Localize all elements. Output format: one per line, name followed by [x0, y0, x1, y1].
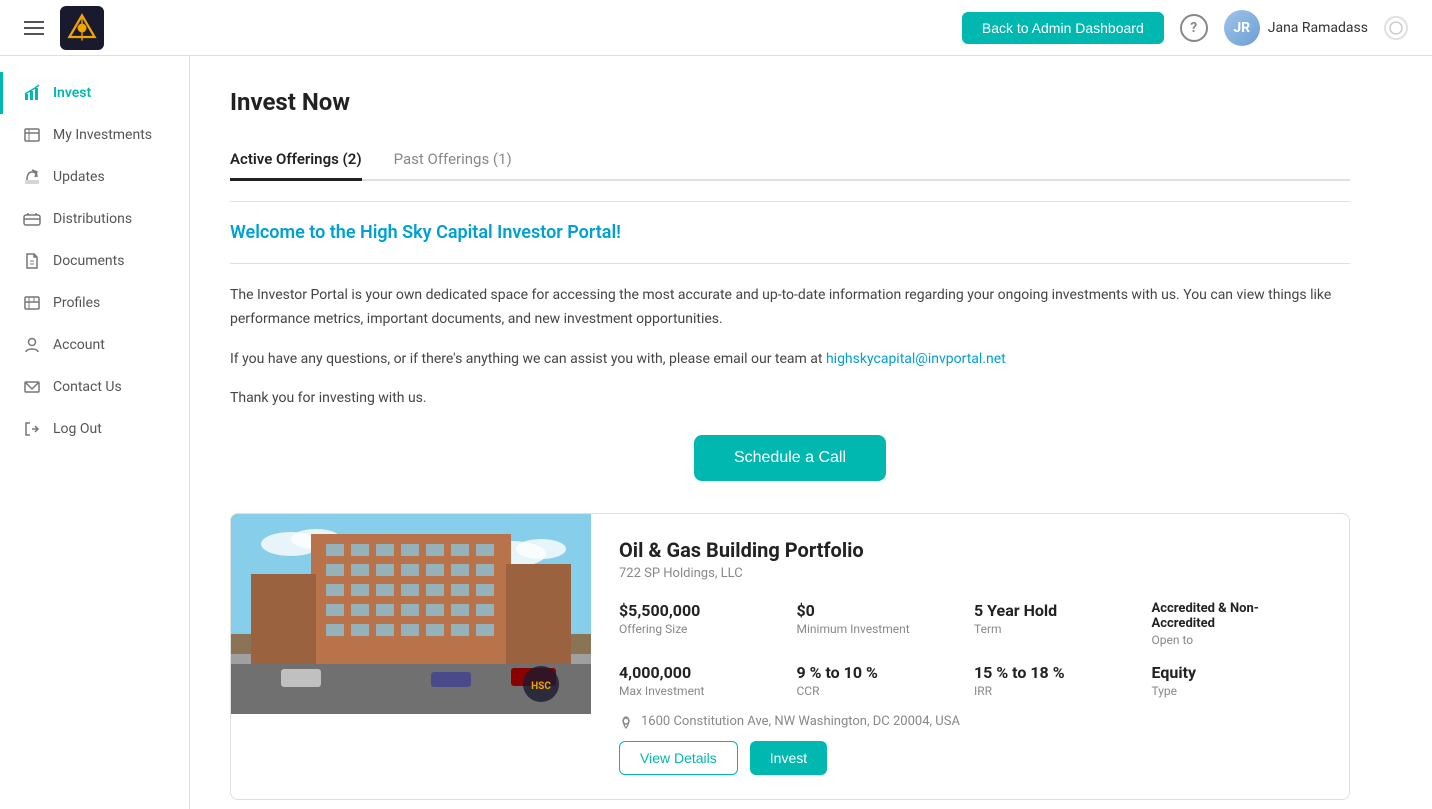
welcome-p2-prefix: If you have any questions, or if there's… [230, 351, 826, 367]
navbar-right: Back to Admin Dashboard ? JR Jana Ramada… [962, 10, 1408, 46]
stat-ccr-value: 9 % to 10 % [797, 663, 967, 682]
app-body: Invest My Investments Updates Distributi… [0, 56, 1432, 809]
invest-label: Invest [53, 85, 91, 101]
stat-min-investment: $0 Minimum Investment [797, 601, 967, 647]
tab-past-offerings[interactable]: Past Offerings (1) [394, 140, 512, 181]
location-icon [619, 715, 633, 729]
distributions-label: Distributions [53, 211, 132, 227]
stat-ccr: 9 % to 10 % CCR [797, 663, 967, 698]
section-divider [230, 201, 1350, 202]
page-title: Invest Now [230, 88, 1350, 116]
stat-type-value: Equity [1152, 663, 1322, 682]
investments-icon [23, 126, 41, 144]
stat-min-investment-value: $0 [797, 601, 967, 620]
stat-offering-size-label: Offering Size [619, 622, 789, 636]
stat-open-to-value: Accredited & Non-Accredited [1152, 601, 1322, 631]
avatar: JR [1224, 10, 1260, 46]
account-label: Account [53, 337, 105, 353]
documents-label: Documents [53, 253, 124, 269]
welcome-paragraph2: If you have any questions, or if there's… [230, 348, 1350, 372]
user-info: JR Jana Ramadass [1224, 10, 1368, 46]
offering-actions: View Details Invest [619, 741, 1321, 775]
welcome-email-link[interactable]: highskycapital@invportal.net [826, 351, 1006, 367]
sidebar: Invest My Investments Updates Distributi… [0, 56, 190, 809]
stat-open-to: Accredited & Non-Accredited Open to [1152, 601, 1322, 647]
stat-term-value: 5 Year Hold [974, 601, 1144, 620]
my-investments-label: My Investments [53, 127, 152, 143]
offering-image: HSC [231, 514, 591, 714]
sidebar-item-updates[interactable]: Updates [0, 156, 189, 198]
contact-us-label: Contact Us [53, 379, 122, 395]
hamburger-menu[interactable] [24, 21, 44, 35]
stat-irr: 15 % to 18 % IRR [974, 663, 1144, 698]
offering-address-row: 1600 Constitution Ave, NW Washington, DC… [619, 714, 1321, 729]
main-content: Invest Now Active Offerings (2) Past Off… [190, 56, 1432, 809]
sidebar-item-distributions[interactable]: Distributions [0, 198, 189, 240]
offering-title: Oil & Gas Building Portfolio [619, 538, 1321, 562]
welcome-divider [230, 263, 1350, 264]
tabs: Active Offerings (2) Past Offerings (1) [230, 140, 1350, 181]
welcome-paragraph1: The Investor Portal is your own dedicate… [230, 284, 1350, 332]
tab-active-offerings[interactable]: Active Offerings (2) [230, 140, 362, 181]
stat-offering-size-value: $5,500,000 [619, 601, 789, 620]
username-label: Jana Ramadass [1268, 20, 1368, 36]
stat-max-investment-label: Max Investment [619, 684, 789, 698]
stat-irr-label: IRR [974, 684, 1144, 698]
svg-text:HSC: HSC [531, 681, 551, 692]
offering-stats-row2: 4,000,000 Max Investment 9 % to 10 % CCR… [619, 663, 1321, 698]
welcome-section: Welcome to the High Sky Capital Investor… [230, 222, 1350, 411]
stat-offering-size: $5,500,000 Offering Size [619, 601, 789, 647]
sidebar-item-profiles[interactable]: Profiles [0, 282, 189, 324]
invest-icon [23, 84, 41, 102]
sidebar-item-log-out[interactable]: Log Out [0, 408, 189, 450]
back-to-admin-button[interactable]: Back to Admin Dashboard [962, 12, 1164, 44]
stat-term-label: Term [974, 622, 1144, 636]
schedule-btn-wrap: Schedule a Call [230, 435, 1350, 481]
stat-term: 5 Year Hold Term [974, 601, 1144, 647]
updates-icon [23, 168, 41, 186]
invest-button[interactable]: Invest [750, 741, 827, 775]
stat-type-label: Type [1152, 684, 1322, 698]
help-icon[interactable]: ? [1180, 14, 1208, 42]
welcome-title: Welcome to the High Sky Capital Investor… [230, 222, 1350, 243]
profiles-icon [23, 294, 41, 312]
offering-stats-row1: $5,500,000 Offering Size $0 Minimum Inve… [619, 601, 1321, 647]
documents-icon [23, 252, 41, 270]
profiles-label: Profiles [53, 295, 100, 311]
user-status-icon[interactable] [1384, 16, 1408, 40]
sidebar-item-documents[interactable]: Documents [0, 240, 189, 282]
distributions-icon [23, 210, 41, 228]
updates-label: Updates [53, 169, 105, 185]
stat-type: Equity Type [1152, 663, 1322, 698]
sidebar-item-account[interactable]: Account [0, 324, 189, 366]
stat-ccr-label: CCR [797, 684, 967, 698]
logout-icon [23, 420, 41, 438]
welcome-paragraph3: Thank you for investing with us. [230, 387, 1350, 411]
schedule-call-button[interactable]: Schedule a Call [694, 435, 886, 481]
stat-max-investment: 4,000,000 Max Investment [619, 663, 789, 698]
stat-min-investment-label: Minimum Investment [797, 622, 967, 636]
stat-irr-value: 15 % to 18 % [974, 663, 1144, 682]
logo [60, 6, 104, 50]
navbar-left [24, 6, 104, 50]
offering-address: 1600 Constitution Ave, NW Washington, DC… [641, 714, 960, 729]
offering-card: HSC Oil & Gas Building Portfolio 722 SP … [230, 513, 1350, 800]
sidebar-item-invest[interactable]: Invest [0, 72, 189, 114]
account-icon [23, 336, 41, 354]
sidebar-item-contact-us[interactable]: Contact Us [0, 366, 189, 408]
navbar: Back to Admin Dashboard ? JR Jana Ramada… [0, 0, 1432, 56]
offering-subtitle: 722 SP Holdings, LLC [619, 566, 1321, 581]
offering-details: Oil & Gas Building Portfolio 722 SP Hold… [591, 514, 1349, 799]
stat-open-to-label: Open to [1152, 633, 1322, 647]
contact-icon [23, 378, 41, 396]
sidebar-item-my-investments[interactable]: My Investments [0, 114, 189, 156]
log-out-label: Log Out [53, 421, 102, 437]
view-details-button[interactable]: View Details [619, 741, 738, 775]
stat-max-investment-value: 4,000,000 [619, 663, 789, 682]
